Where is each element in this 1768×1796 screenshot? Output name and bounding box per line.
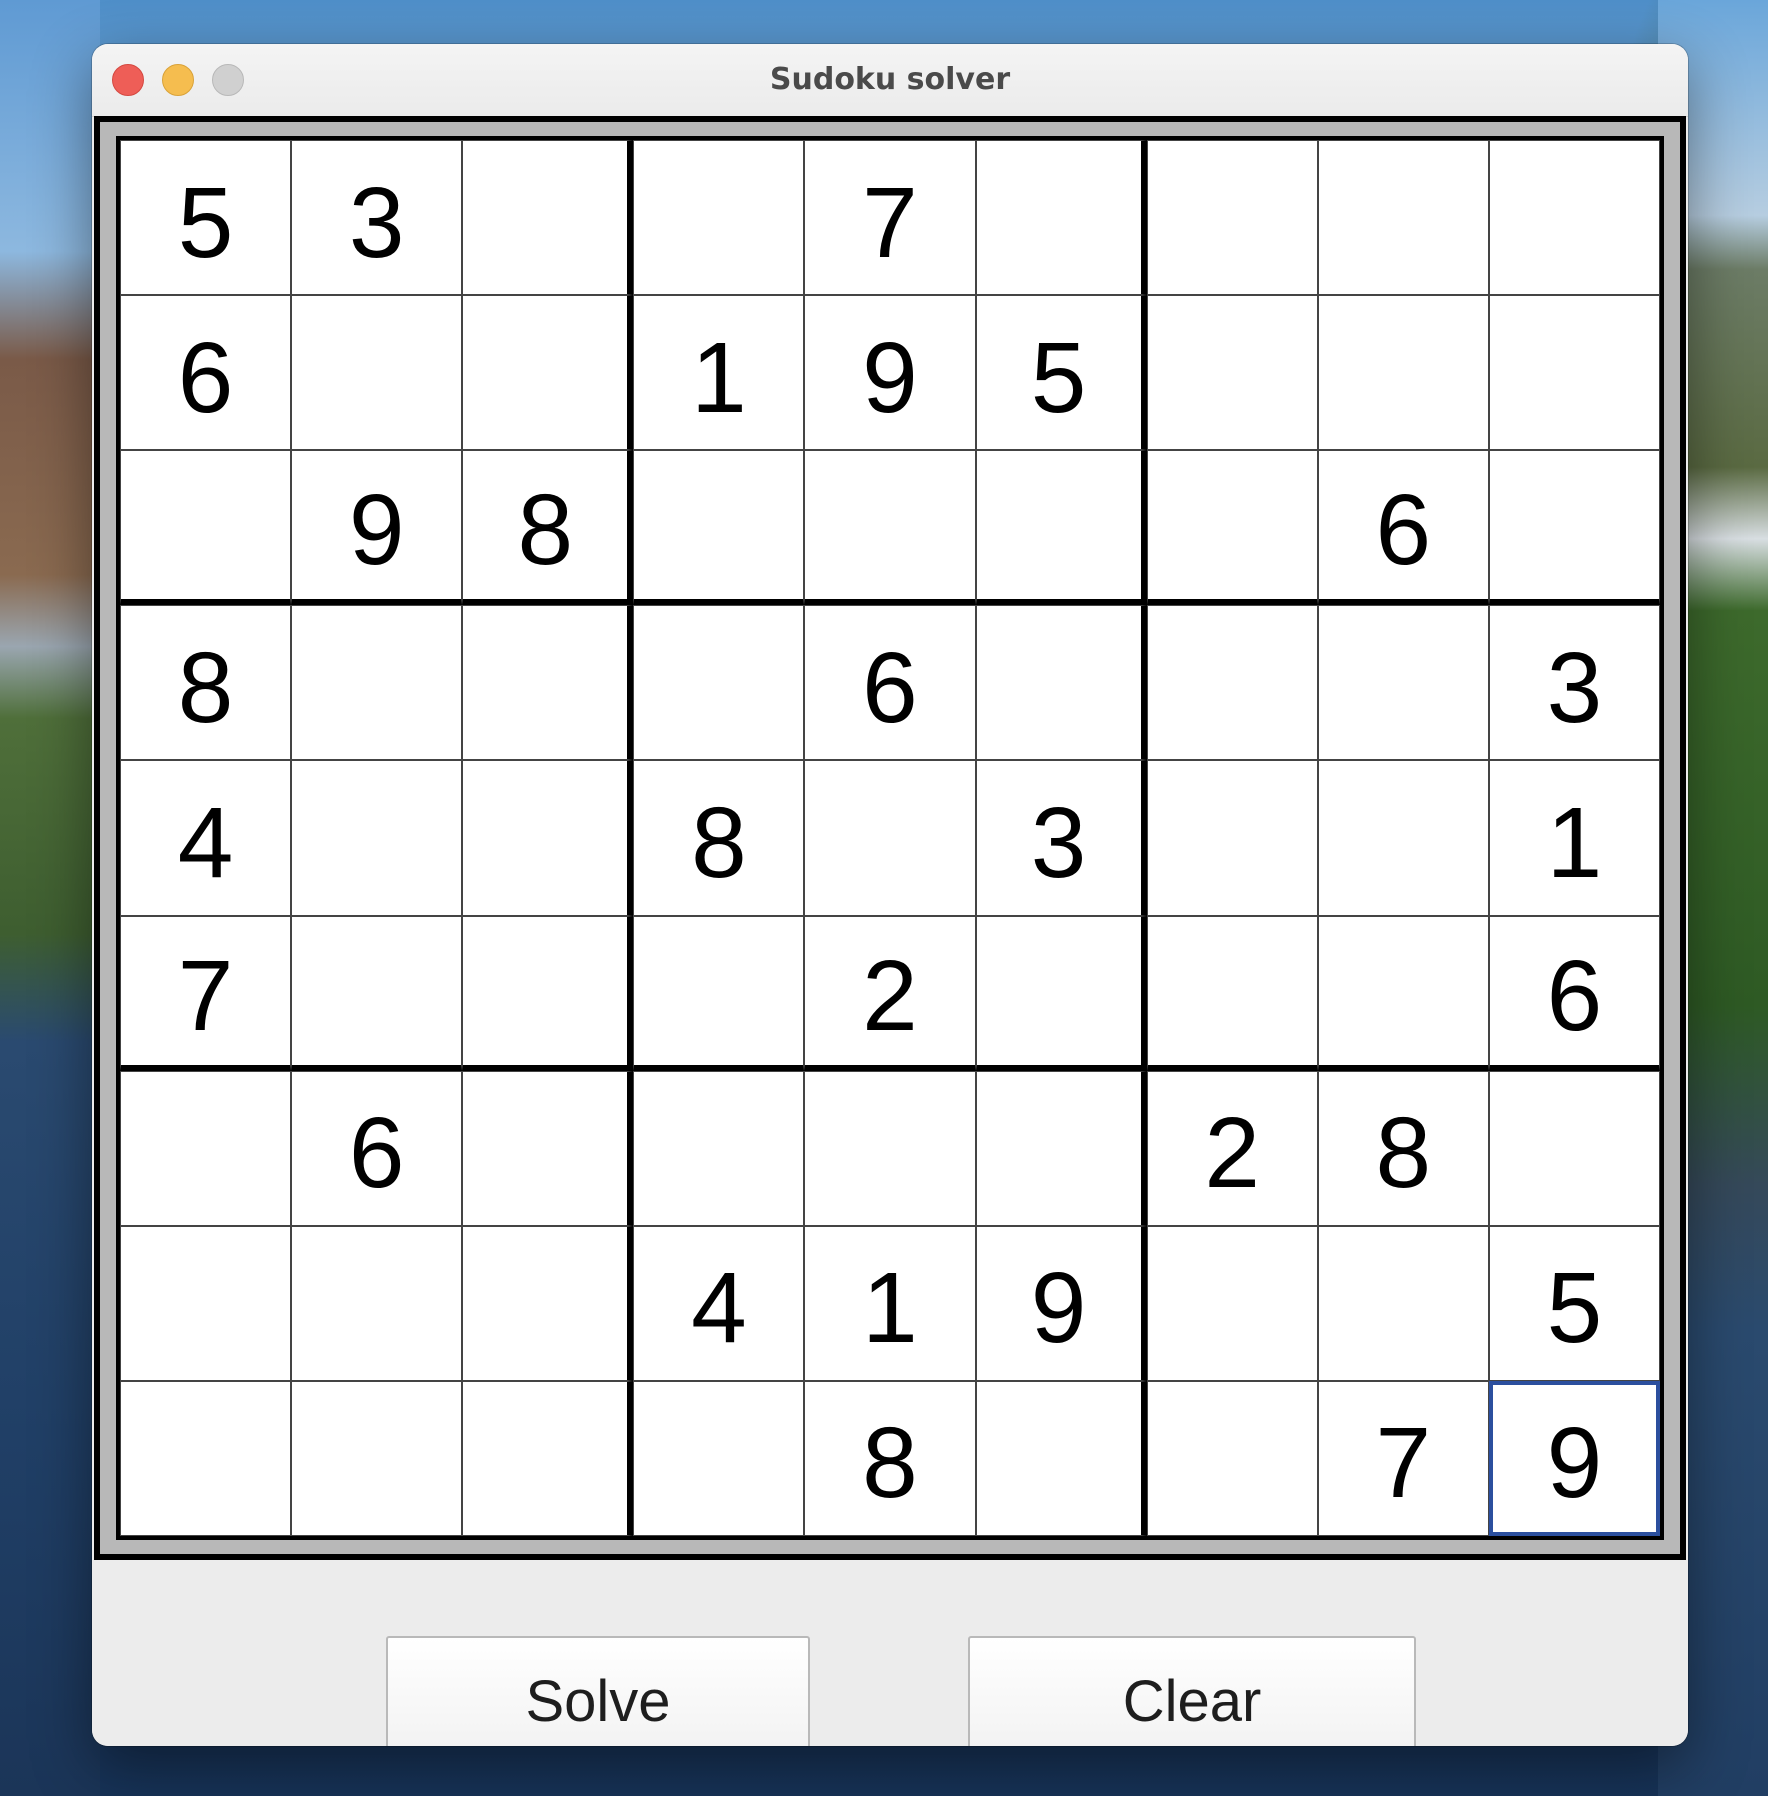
sudoku-cell-r9-c6[interactable] [975, 1380, 1147, 1536]
sudoku-cell-r1-c2[interactable]: 3 [291, 140, 463, 296]
sudoku-cell-r6-c8[interactable] [1317, 915, 1489, 1071]
sudoku-cell-r8-c5[interactable]: 1 [804, 1225, 976, 1381]
sudoku-cell-r2-c6[interactable]: 5 [975, 295, 1147, 451]
sudoku-cell-r2-c8[interactable] [1317, 295, 1489, 451]
sudoku-cell-r5-c9[interactable]: 1 [1488, 760, 1660, 916]
sudoku-cell-r8-c9[interactable]: 5 [1488, 1225, 1660, 1381]
sudoku-cell-r1-c9[interactable] [1488, 140, 1660, 296]
sudoku-cell-r6-c6[interactable] [975, 915, 1147, 1071]
sudoku-cell-r9-c4[interactable] [633, 1380, 805, 1536]
sudoku-cell-r3-c7[interactable] [1146, 450, 1318, 606]
sudoku-cell-r9-c1[interactable] [120, 1380, 292, 1536]
sudoku-cell-r7-c1[interactable] [120, 1070, 292, 1226]
sudoku-cell-r4-c4[interactable] [633, 605, 805, 761]
sudoku-cell-r1-c6[interactable] [975, 140, 1147, 296]
sudoku-cell-r3-c6[interactable] [975, 450, 1147, 606]
title-bar: Sudoku solver [92, 44, 1688, 117]
sudoku-cell-r2-c7[interactable] [1146, 295, 1318, 451]
sudoku-cell-r4-c6[interactable] [975, 605, 1147, 761]
sudoku-cell-r6-c2[interactable] [291, 915, 463, 1071]
sudoku-cell-r5-c3[interactable] [462, 760, 634, 916]
sudoku-cell-r1-c4[interactable] [633, 140, 805, 296]
sudoku-cell-r9-c7[interactable] [1146, 1380, 1318, 1536]
sudoku-cell-r3-c1[interactable] [120, 450, 292, 606]
sudoku-cell-r3-c8[interactable]: 6 [1317, 450, 1489, 606]
sudoku-cell-r4-c1[interactable]: 8 [120, 605, 292, 761]
sudoku-cell-r5-c6[interactable]: 3 [975, 760, 1147, 916]
sudoku-cell-r7-c4[interactable] [633, 1070, 805, 1226]
sudoku-board-border: 537619598686348317266284195879 [100, 122, 1680, 1554]
sudoku-cell-r7-c6[interactable] [975, 1070, 1147, 1226]
button-bar: Solve Clear [92, 1560, 1688, 1746]
sudoku-cell-r6-c7[interactable] [1146, 915, 1318, 1071]
sudoku-cell-r5-c4[interactable]: 8 [633, 760, 805, 916]
sudoku-cell-r8-c3[interactable] [462, 1225, 634, 1381]
sudoku-cell-r7-c5[interactable] [804, 1070, 976, 1226]
sudoku-cell-r2-c9[interactable] [1488, 295, 1660, 451]
sudoku-cell-r5-c1[interactable]: 4 [120, 760, 292, 916]
sudoku-cell-r8-c1[interactable] [120, 1225, 292, 1381]
sudoku-board-frame: 537619598686348317266284195879 [94, 116, 1686, 1560]
sudoku-cell-r6-c4[interactable] [633, 915, 805, 1071]
sudoku-cell-r5-c7[interactable] [1146, 760, 1318, 916]
sudoku-cell-r8-c6[interactable]: 9 [975, 1225, 1147, 1381]
sudoku-cell-r2-c2[interactable] [291, 295, 463, 451]
sudoku-cell-r3-c3[interactable]: 8 [462, 450, 634, 606]
sudoku-cell-r3-c4[interactable] [633, 450, 805, 606]
desktop-background-left [0, 0, 100, 1796]
sudoku-cell-r4-c2[interactable] [291, 605, 463, 761]
sudoku-cell-r3-c5[interactable] [804, 450, 976, 606]
sudoku-cell-r1-c1[interactable]: 5 [120, 140, 292, 296]
sudoku-cell-r7-c9[interactable] [1488, 1070, 1660, 1226]
sudoku-cell-r9-c8[interactable]: 7 [1317, 1380, 1489, 1536]
sudoku-cell-r1-c5[interactable]: 7 [804, 140, 976, 296]
solve-button[interactable]: Solve [386, 1636, 810, 1746]
sudoku-cell-r2-c1[interactable]: 6 [120, 295, 292, 451]
sudoku-cell-r4-c8[interactable] [1317, 605, 1489, 761]
sudoku-cell-r2-c3[interactable] [462, 295, 634, 451]
sudoku-cell-r8-c4[interactable]: 4 [633, 1225, 805, 1381]
sudoku-cell-r3-c2[interactable]: 9 [291, 450, 463, 606]
clear-button[interactable]: Clear [968, 1636, 1416, 1746]
sudoku-cell-r7-c8[interactable]: 8 [1317, 1070, 1489, 1226]
sudoku-cell-r6-c5[interactable]: 2 [804, 915, 976, 1071]
sudoku-cell-r4-c9[interactable]: 3 [1488, 605, 1660, 761]
sudoku-cell-r7-c3[interactable] [462, 1070, 634, 1226]
sudoku-cell-r8-c2[interactable] [291, 1225, 463, 1381]
sudoku-cell-r1-c3[interactable] [462, 140, 634, 296]
sudoku-cell-r3-c9[interactable] [1488, 450, 1660, 606]
sudoku-cell-r4-c7[interactable] [1146, 605, 1318, 761]
sudoku-cell-r4-c3[interactable] [462, 605, 634, 761]
sudoku-cell-r8-c7[interactable] [1146, 1225, 1318, 1381]
sudoku-cell-r7-c2[interactable]: 6 [291, 1070, 463, 1226]
sudoku-cell-r6-c9[interactable]: 6 [1488, 915, 1660, 1071]
sudoku-cell-r9-c2[interactable] [291, 1380, 463, 1536]
sudoku-cell-r8-c8[interactable] [1317, 1225, 1489, 1381]
sudoku-cell-r5-c2[interactable] [291, 760, 463, 916]
sudoku-cell-r9-c5[interactable]: 8 [804, 1380, 976, 1536]
sudoku-cell-r1-c8[interactable] [1317, 140, 1489, 296]
window-title: Sudoku solver [769, 62, 1011, 97]
sudoku-cell-r9-c9[interactable]: 9 [1488, 1380, 1660, 1536]
sudoku-cell-r6-c1[interactable]: 7 [120, 915, 292, 1071]
sudoku-cell-r7-c7[interactable]: 2 [1146, 1070, 1318, 1226]
sudoku-cell-r5-c5[interactable] [804, 760, 976, 916]
sudoku-cell-r2-c4[interactable]: 1 [633, 295, 805, 451]
sudoku-cell-r9-c3[interactable] [462, 1380, 634, 1536]
sudoku-cell-r6-c3[interactable] [462, 915, 634, 1071]
app-window: Sudoku solver 53761959868634831726628419… [92, 44, 1688, 1746]
sudoku-grid: 537619598686348317266284195879 [116, 136, 1664, 1540]
sudoku-cell-r2-c5[interactable]: 9 [804, 295, 976, 451]
sudoku-cell-r1-c7[interactable] [1146, 140, 1318, 296]
sudoku-cell-r5-c8[interactable] [1317, 760, 1489, 916]
sudoku-cell-r4-c5[interactable]: 6 [804, 605, 976, 761]
